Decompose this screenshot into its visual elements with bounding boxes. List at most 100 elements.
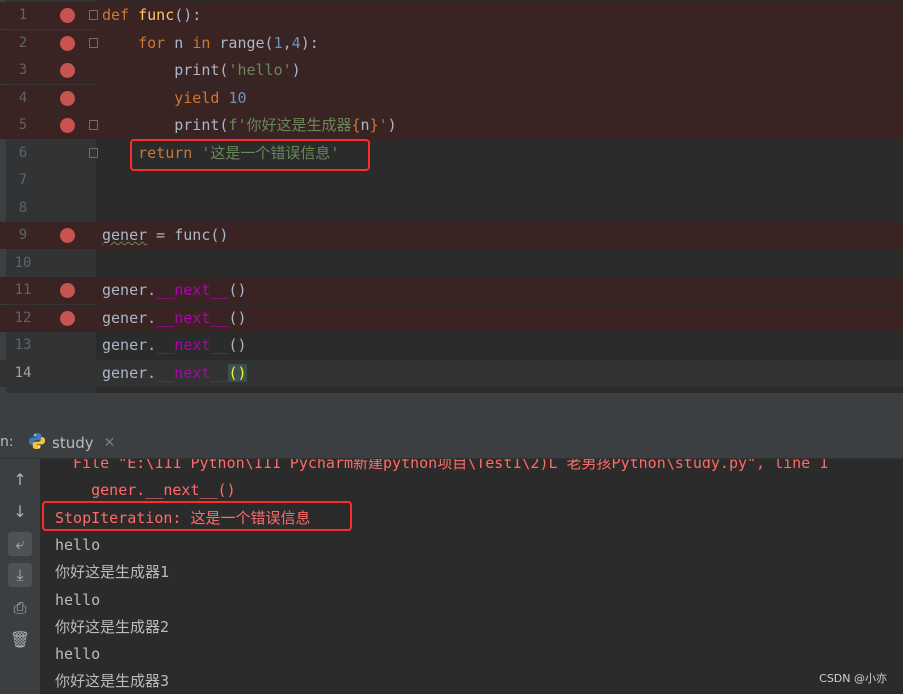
console-line: hello [55,645,101,664]
code-text: gener.__next__() [102,305,247,332]
code-token: , [282,33,292,52]
code-token: range( [219,33,274,52]
code-line[interactable]: 9 gener = func() [0,222,903,249]
code-line[interactable]: 7 [0,167,903,194]
code-token: in [192,33,220,52]
code-editor[interactable]: 1 def func(): 2 for n in range(1,4): 3 prin… [0,0,903,400]
code-token: func [138,6,175,24]
line-number: 1 [18,7,28,23]
code-token: () [228,308,247,327]
code-token: 1 [273,33,283,52]
breakpoint-icon[interactable] [60,118,75,133]
line-number: 4 [18,89,28,106]
code-line[interactable]: 14 gener.__next__() [0,359,903,387]
return-highlight-box [130,139,370,171]
line-number: 7 [18,172,28,188]
breakpoint-icon[interactable] [60,8,75,23]
code-token: __next__ [156,363,229,382]
code-token: () [228,281,247,299]
code-line[interactable]: 8 [0,195,903,222]
code-token: yield [174,88,229,107]
code-token: ' [378,116,388,134]
breakpoint-icon[interactable] [60,35,75,51]
run-toolbar: ↑ ↓ ⤶ ⤓ ⎙ 🗑 [0,459,40,694]
line-number: 12 [14,309,32,326]
line-number: 2 [18,34,28,51]
code-token: () [228,363,247,382]
code-line[interactable]: 3 print('hello') [0,57,903,84]
fold-marker-icon[interactable] [89,10,98,20]
print-icon[interactable]: ⎙ [8,596,32,620]
code-token: for [138,33,175,52]
code-line[interactable]: 2 for n in range(1,4): [0,29,903,57]
code-token: gener. [102,336,157,354]
breakpoint-icon[interactable] [60,228,75,243]
code-token: ): [300,33,319,52]
code-line[interactable]: 5 print(f'你好这是生成器{n}') [0,112,903,139]
line-number: 11 [14,282,32,298]
code-token: f'你好这是生成器 [228,116,352,134]
panel-separator[interactable] [0,400,903,428]
code-token: (): [174,6,202,24]
breakpoint-icon[interactable] [60,90,75,106]
soft-wrap-icon[interactable]: ⤶ [8,532,32,556]
code-line[interactable]: 11 gener.__next__() [0,277,903,304]
code-token: def [102,6,139,24]
breakpoint-icon[interactable] [60,310,75,326]
code-text: gener.__next__() [102,277,247,304]
scroll-down-icon[interactable]: ↓ [8,499,32,523]
fold-marker-icon[interactable] [89,37,98,48]
code-line[interactable]: 12 gener.__next__() [0,304,903,332]
tab-study[interactable]: study ✕ [28,428,115,458]
code-text: gener.__next__() [102,360,247,387]
code-token: ) [387,116,397,134]
code-token: 'hello' [228,61,292,79]
breakpoint-icon[interactable] [60,63,75,78]
code-token: __next__ [156,336,229,354]
scroll-up-icon[interactable]: ↑ [8,467,32,491]
line-number: 9 [18,227,28,243]
code-token: () [228,336,247,354]
run-panel-side-label: n: [0,434,14,450]
breakpoint-icon[interactable] [60,283,75,298]
console-line: hello [55,590,101,609]
console-line: 你好这是生成器3 [55,672,170,691]
trash-icon[interactable]: 🗑 [8,627,32,651]
code-token: gener. [102,308,157,327]
code-token: } [369,116,379,134]
tab-study-label: study [52,434,94,452]
run-console[interactable]: File "E:\111 Python\111 Pycharm新建python项… [40,459,903,694]
code-text: print(f'你好这是生成器{n}') [102,112,397,139]
close-icon[interactable]: ✕ [104,435,116,451]
code-token: gener [102,226,148,244]
code-line[interactable]: 4 yield 10 [0,84,903,112]
line-number: 13 [14,337,32,353]
python-icon [28,432,46,454]
fold-marker-icon[interactable] [89,147,98,158]
code-text: print('hello') [102,57,300,84]
scroll-to-end-icon[interactable]: ⤓ [8,563,32,587]
console-line: 你好这是生成器1 [55,563,170,582]
line-number: 6 [18,144,28,161]
line-number: 8 [18,199,28,216]
code-token: gener. [102,363,157,382]
console-line: 你好这是生成器2 [55,617,170,636]
code-text: gener.__next__() [102,332,247,359]
code-token: gener. [102,281,157,299]
code-token: 10 [228,88,247,107]
code-token: n [360,116,370,134]
code-text: for n in range(1,4): [102,30,319,57]
code-text: yield 10 [102,85,247,112]
fold-marker-icon[interactable] [89,120,98,130]
code-line[interactable]: 1 def func(): [0,2,903,29]
code-line[interactable]: 13 gener.__next__() [0,332,903,359]
code-token: print( [174,61,229,79]
code-line[interactable]: 10 [0,250,903,277]
code-token: { [351,116,361,134]
code-text: def func(): [102,2,201,29]
watermark: CSDN @小亦 [819,672,887,685]
